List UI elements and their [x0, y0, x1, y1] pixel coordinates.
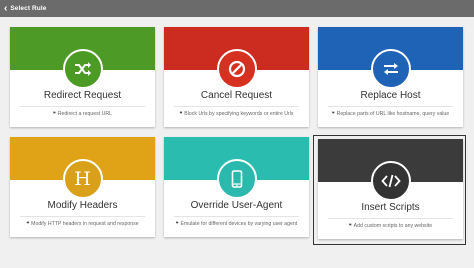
- shuffle-icon: [62, 49, 103, 89]
- rule-card-replace-host[interactable]: Replace Host ❝ Replace parts of URL like …: [318, 27, 463, 127]
- card-description: ❝ Replace parts of URL like hostname, que…: [331, 111, 450, 117]
- swap-arrows-icon: [370, 49, 411, 89]
- rule-card-override-user-agent[interactable]: Override User-Agent ❝ Emulate for differe…: [164, 137, 309, 237]
- card-description: ❝ Modify HTTP headers in request and resp…: [26, 221, 139, 227]
- card-title: Cancel Request: [200, 90, 273, 101]
- card-description: ❝ Emulate for different devices by varyin…: [175, 221, 298, 227]
- card-description: ❝ Add custom scripts to any website: [348, 223, 433, 229]
- quote-icon: ❝: [175, 221, 179, 227]
- card-description: ❝ Block Urls by specifying keywords or en…: [179, 111, 294, 117]
- card-description: ❝ Redirect a request URL: [52, 111, 112, 117]
- divider: [328, 218, 453, 219]
- block-icon: [216, 49, 257, 89]
- quote-icon: ❝: [52, 111, 56, 117]
- divider: [174, 106, 299, 107]
- rule-card-redirect-request[interactable]: Redirect Request ❝ Redirect a request URL: [10, 27, 155, 127]
- card-title: Redirect Request: [43, 90, 122, 101]
- rule-card-modify-headers[interactable]: H Modify Headers ❝ Modify HTTP headers in…: [10, 137, 155, 237]
- divider: [174, 216, 299, 217]
- code-icon: [370, 161, 411, 201]
- divider: [20, 216, 145, 217]
- card-title: Insert Scripts: [361, 202, 420, 213]
- rule-card-cancel-request[interactable]: Cancel Request ❝ Block Urls by specifying…: [164, 27, 309, 127]
- rule-grid: Redirect Request ❝ Redirect a request URL…: [0, 0, 474, 268]
- quote-icon: ❝: [26, 221, 30, 227]
- quote-icon: ❝: [331, 111, 335, 117]
- quote-icon: ❝: [179, 111, 183, 117]
- card-title: Override User-Agent: [190, 200, 283, 211]
- divider: [20, 106, 145, 107]
- card-title: Replace Host: [360, 90, 421, 101]
- rule-card-insert-scripts[interactable]: Insert Scripts ❝ Add custom scripts to an…: [318, 139, 463, 239]
- letter-h-icon: H: [62, 159, 103, 199]
- card-title: Modify Headers: [47, 200, 118, 211]
- mobile-device-icon: [216, 159, 257, 199]
- divider: [328, 106, 453, 107]
- quote-icon: ❝: [348, 223, 352, 229]
